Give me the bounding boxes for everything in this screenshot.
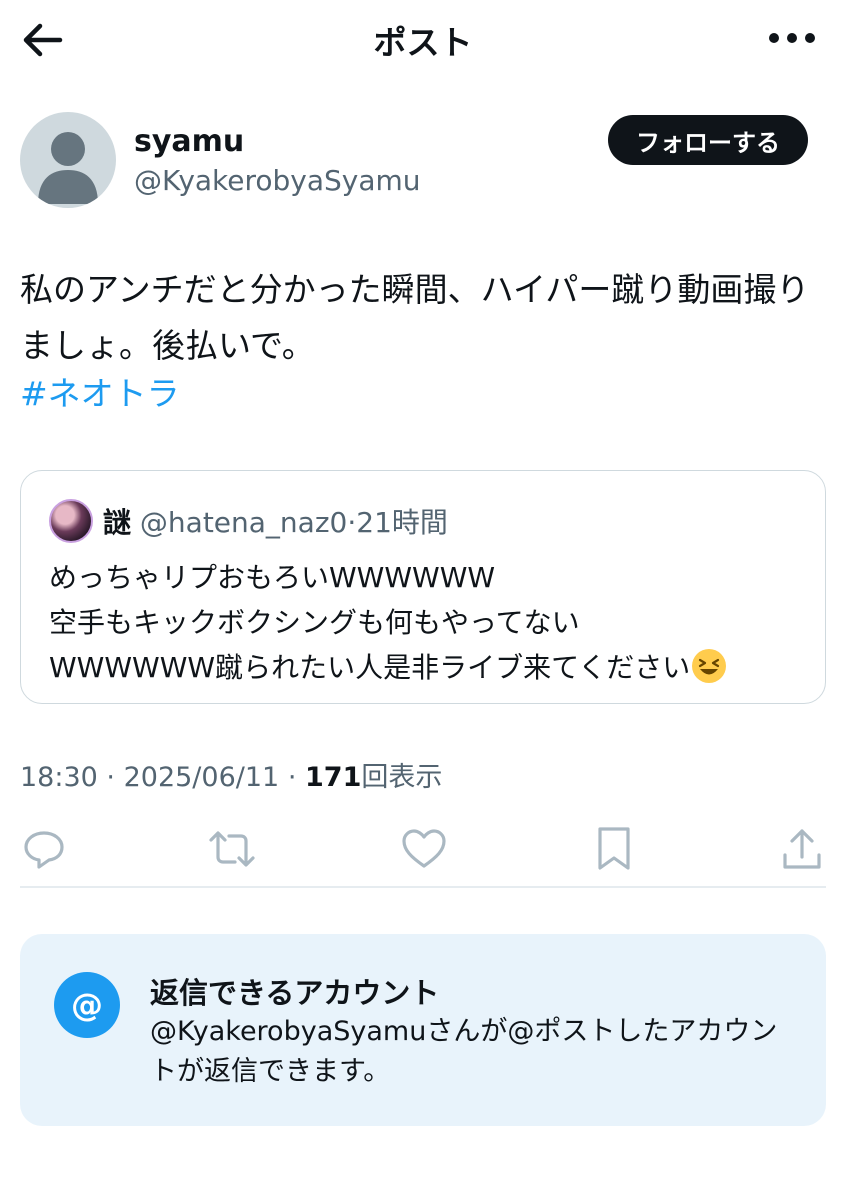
like-button[interactable] (400, 824, 448, 874)
more-horizontal-icon (769, 33, 815, 43)
quote-line: 空手もキックボクシングも何もやってない (49, 606, 580, 639)
quote-header: 謎 @hatena_naz0·21時間 (103, 501, 448, 541)
top-bar: ポスト (0, 0, 846, 80)
repost-icon (209, 831, 255, 867)
more-options-button[interactable] (756, 18, 816, 58)
quote-author-avatar (49, 499, 93, 543)
bookmark-button[interactable] (590, 824, 638, 874)
reply-restriction-card: @ 返信できるアカウント @KyakerobyaSyamuさんが@ポストしたアカ… (20, 934, 826, 1126)
reply-restriction-description: @KyakerobyaSyamuさんが@ポストしたアカウントが返信できます。 (150, 1016, 778, 1087)
author-avatar[interactable] (20, 112, 116, 208)
reply-button[interactable] (20, 824, 68, 874)
view-count: 171 (305, 762, 362, 793)
quoted-post-card[interactable]: 謎 @hatena_naz0·21時間 めっちゃリプおもろいWWWWWW 空手も… (20, 470, 826, 704)
share-icon (783, 829, 821, 869)
post-time: 18:30 (20, 762, 98, 793)
meta-separator: · (106, 762, 115, 793)
follow-button[interactable]: フォローする (608, 115, 808, 165)
hashtag-link[interactable]: #ネオトラ (20, 370, 180, 418)
quote-text: めっちゃリプおもろいWWWWWW 空手もキックボクシングも何もやってない WWW… (49, 555, 819, 690)
quote-author-handle: @hatena_naz0 (139, 506, 348, 539)
tweet-text: 私のアンチだと分かった瞬間、ハイパー蹴り動画撮りましょ。後払いで。 (20, 270, 810, 365)
quote-separator: · (347, 506, 357, 539)
at-sign-icon: @ (54, 972, 120, 1038)
quote-time: 21時間 (356, 506, 448, 539)
view-count-label: 回表示 (361, 762, 443, 793)
post-date: 2025/06/11 (123, 762, 280, 793)
meta-separator: · (287, 762, 297, 793)
bookmark-icon (598, 827, 630, 870)
share-button[interactable] (778, 824, 826, 874)
page-title: ポスト (373, 23, 473, 62)
default-avatar-icon (38, 132, 98, 204)
repost-button[interactable] (208, 824, 256, 874)
divider (20, 886, 826, 888)
quote-line-text: WWWWWW蹴られたい人是非ライブ来てください (49, 651, 691, 684)
author-name[interactable]: syamu (134, 124, 244, 159)
post-metadata: 18:30 · 2025/06/11 · 171回表示 (20, 755, 442, 794)
like-icon (402, 829, 446, 868)
author-handle[interactable]: @KyakerobyaSyamu (134, 164, 421, 197)
action-bar (20, 824, 826, 880)
quote-author-name: 謎 (103, 506, 132, 539)
grinning-squinting-face-emoji (692, 649, 727, 683)
quote-line: WWWWWW蹴られたい人是非ライブ来てください (49, 645, 819, 690)
reply-restriction-title: 返信できるアカウント (150, 976, 440, 1010)
reply-icon (24, 831, 64, 869)
quote-line: めっちゃリプおもろいWWWWWW (49, 561, 496, 594)
